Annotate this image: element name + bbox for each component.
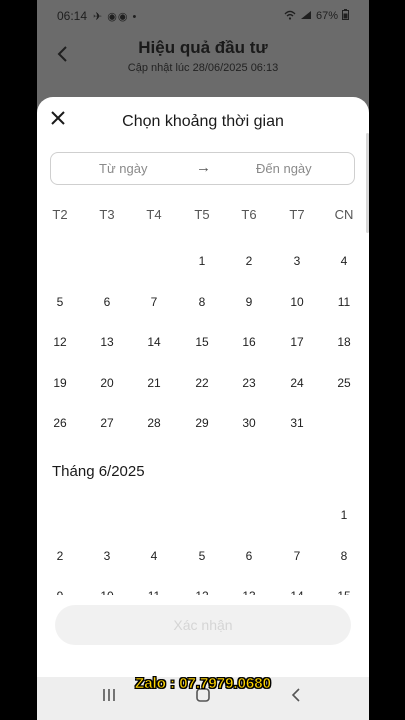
calendar-day[interactable]: 23 — [229, 376, 269, 390]
calendar-day[interactable]: 13 — [87, 335, 127, 349]
calendar-day[interactable]: 4 — [134, 549, 174, 563]
calendar-day[interactable]: 21 — [134, 376, 174, 390]
calendar-day[interactable]: 30 — [229, 416, 269, 430]
letterbox-left — [0, 0, 37, 720]
arrow-right-icon: → — [196, 159, 211, 176]
calendar-day[interactable]: 3 — [277, 254, 317, 268]
phone-screen: 06:14 ✈ ◉◉ • 67% Hiệu quả đầu tư Cập nhậ… — [37, 0, 369, 720]
calendar-day[interactable]: 31 — [277, 416, 317, 430]
battery-icon — [342, 9, 349, 23]
calendar-day[interactable]: 26 — [40, 416, 80, 430]
weekday-label: T2 — [52, 207, 68, 222]
calendar-day[interactable]: 4 — [324, 254, 364, 268]
calendar-day[interactable]: 25 — [324, 376, 364, 390]
calendar-day[interactable]: 15 — [182, 335, 222, 349]
weekday-label: CN — [334, 207, 354, 222]
calendar-day[interactable]: 19 — [40, 376, 80, 390]
calendar-day[interactable]: 6 — [87, 295, 127, 309]
letterbox-right — [369, 0, 405, 720]
status-right: 67% — [284, 9, 349, 23]
to-date-input[interactable]: Đến ngày — [256, 161, 312, 176]
calendar-day[interactable]: 20 — [87, 376, 127, 390]
date-range-sheet: Chọn khoảng thời gian Từ ngày → Đến ngày… — [37, 97, 369, 720]
calendar-day[interactable]: 27 — [87, 416, 127, 430]
calendar-day[interactable]: 8 — [182, 295, 222, 309]
month-label: Tháng 6/2025 — [52, 463, 145, 480]
wifi-icon — [284, 10, 296, 23]
calendar-day[interactable]: 1 — [324, 508, 364, 522]
calendar-day[interactable]: 17 — [277, 335, 317, 349]
date-range-field[interactable]: Từ ngày → Đến ngày — [50, 152, 355, 185]
watermark-text: Zalo : 07.7979.0680 — [135, 675, 272, 693]
calendar-day[interactable]: 11 — [324, 295, 364, 309]
weekday-label: T7 — [289, 207, 305, 222]
calendar-day[interactable]: 10 — [277, 295, 317, 309]
calendar-day[interactable]: 8 — [324, 549, 364, 563]
sheet-title: Chọn khoảng thời gian — [122, 113, 284, 130]
page-header: Hiệu quả đầu tư Cập nhật lúc 28/06/2025 … — [37, 32, 369, 92]
calendar-day[interactable]: 7 — [277, 549, 317, 563]
calendar-day[interactable]: 2 — [229, 254, 269, 268]
weekday-label: T5 — [194, 207, 210, 222]
calendar-day[interactable]: 5 — [40, 295, 80, 309]
calendar-day[interactable]: 29 — [182, 416, 222, 430]
page-title: Hiệu quả đầu tư — [138, 38, 268, 57]
calendar-day[interactable]: 14 — [134, 335, 174, 349]
confirm-button[interactable]: Xác nhận — [55, 605, 351, 645]
status-bar: 06:14 ✈ ◉◉ • 67% — [37, 0, 369, 32]
calendar-day[interactable]: 1 — [182, 254, 222, 268]
from-date-input[interactable]: Từ ngày — [99, 161, 147, 176]
calendar-day[interactable]: 9 — [229, 295, 269, 309]
page-subtitle: Cập nhật lúc 28/06/2025 06:13 — [127, 62, 279, 74]
calendar-day[interactable]: 2 — [40, 549, 80, 563]
calendar-day[interactable]: 7 — [134, 295, 174, 309]
notification-icons: ✈ ◉◉ • — [93, 10, 138, 23]
calendar-day[interactable]: 6 — [229, 549, 269, 563]
signal-icon — [300, 10, 312, 23]
calendar-day[interactable]: 12 — [40, 335, 80, 349]
weekday-label: T4 — [146, 207, 162, 222]
calendar-day[interactable]: 5 — [182, 549, 222, 563]
battery-percent: 67% — [315, 10, 338, 22]
calendar-day[interactable]: 16 — [229, 335, 269, 349]
status-time: 06:14 — [57, 9, 88, 23]
calendar-day[interactable]: 28 — [134, 416, 174, 430]
calendar-day[interactable]: 24 — [277, 376, 317, 390]
calendar-day[interactable]: 18 — [324, 335, 364, 349]
calendar-day[interactable]: 22 — [182, 376, 222, 390]
calendar-day[interactable]: 3 — [87, 549, 127, 563]
weekday-label: T3 — [99, 207, 115, 222]
sheet-header: Chọn khoảng thời gian — [37, 97, 369, 145]
weekday-label: T6 — [241, 207, 257, 222]
weekday-header: T2 T3 T4 T5 T6 T7 CN — [37, 207, 369, 227]
